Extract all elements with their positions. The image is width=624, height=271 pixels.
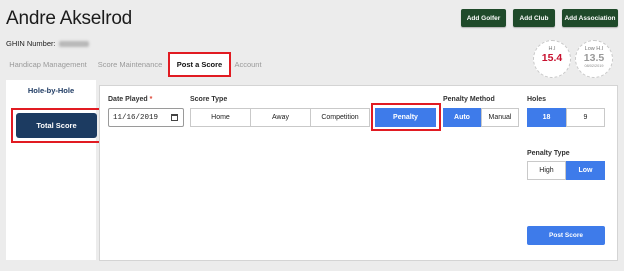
score-type-away[interactable]: Away <box>250 108 311 127</box>
penalty-type-high[interactable]: High <box>527 161 566 180</box>
holes-label: Holes <box>527 96 547 103</box>
score-type-penalty[interactable]: Penalty <box>375 108 436 127</box>
hi-value: 15.4 <box>541 52 563 64</box>
low-hi-date: 08/02/2019 <box>584 64 604 68</box>
score-type-home[interactable]: Home <box>190 108 251 127</box>
tab-account[interactable]: Account <box>230 52 266 77</box>
ghin-label: GHIN Number: <box>6 39 56 48</box>
penalty-type-label: Penalty Type <box>527 150 570 157</box>
penalty-method-label: Penalty Method <box>443 96 495 103</box>
add-golfer-button[interactable]: Add Golfer <box>461 9 506 27</box>
holes-18[interactable]: 18 <box>527 108 566 127</box>
date-played-label: Date Played * <box>108 96 153 103</box>
tab-score-maintenance[interactable]: Score Maintenance <box>94 52 166 77</box>
ghin-number: GHIN Number: <box>6 39 89 48</box>
penalty-method-manual[interactable]: Manual <box>481 108 519 127</box>
total-score-button[interactable]: Total Score <box>16 113 97 138</box>
calendar-icon[interactable] <box>171 114 178 121</box>
tab-post-a-score[interactable]: Post a Score <box>168 52 231 77</box>
score-entry-mode-panel: Hole-by-Hole Total Score <box>6 80 102 260</box>
tab-handicap-management[interactable]: Handicap Management <box>6 52 90 77</box>
hi-badge: H.I 15.4 <box>533 40 571 78</box>
golfer-name: Andre Akselrod <box>6 8 133 29</box>
hole-by-hole-option[interactable]: Hole-by-Hole <box>6 86 96 95</box>
add-club-button[interactable]: Add Club <box>513 9 555 27</box>
post-score-button[interactable]: Post Score <box>527 226 605 245</box>
score-type-competition[interactable]: Competition <box>310 108 370 127</box>
holes-9[interactable]: 9 <box>566 108 605 127</box>
total-score-highlight: Total Score <box>11 108 102 143</box>
low-hi-badge: Low H.I 13.5 08/02/2019 <box>575 40 613 78</box>
ghin-redacted <box>58 41 89 48</box>
penalty-method-auto[interactable]: Auto <box>443 108 481 127</box>
add-association-button[interactable]: Add Association <box>562 9 618 27</box>
date-played-value: 11/16/2019 <box>113 113 159 122</box>
score-type-label: Score Type <box>190 96 228 103</box>
penalty-type-low[interactable]: Low <box>566 161 605 180</box>
date-played-input[interactable]: 11/16/2019 <box>108 108 184 127</box>
low-hi-value: 13.5 <box>583 52 605 64</box>
